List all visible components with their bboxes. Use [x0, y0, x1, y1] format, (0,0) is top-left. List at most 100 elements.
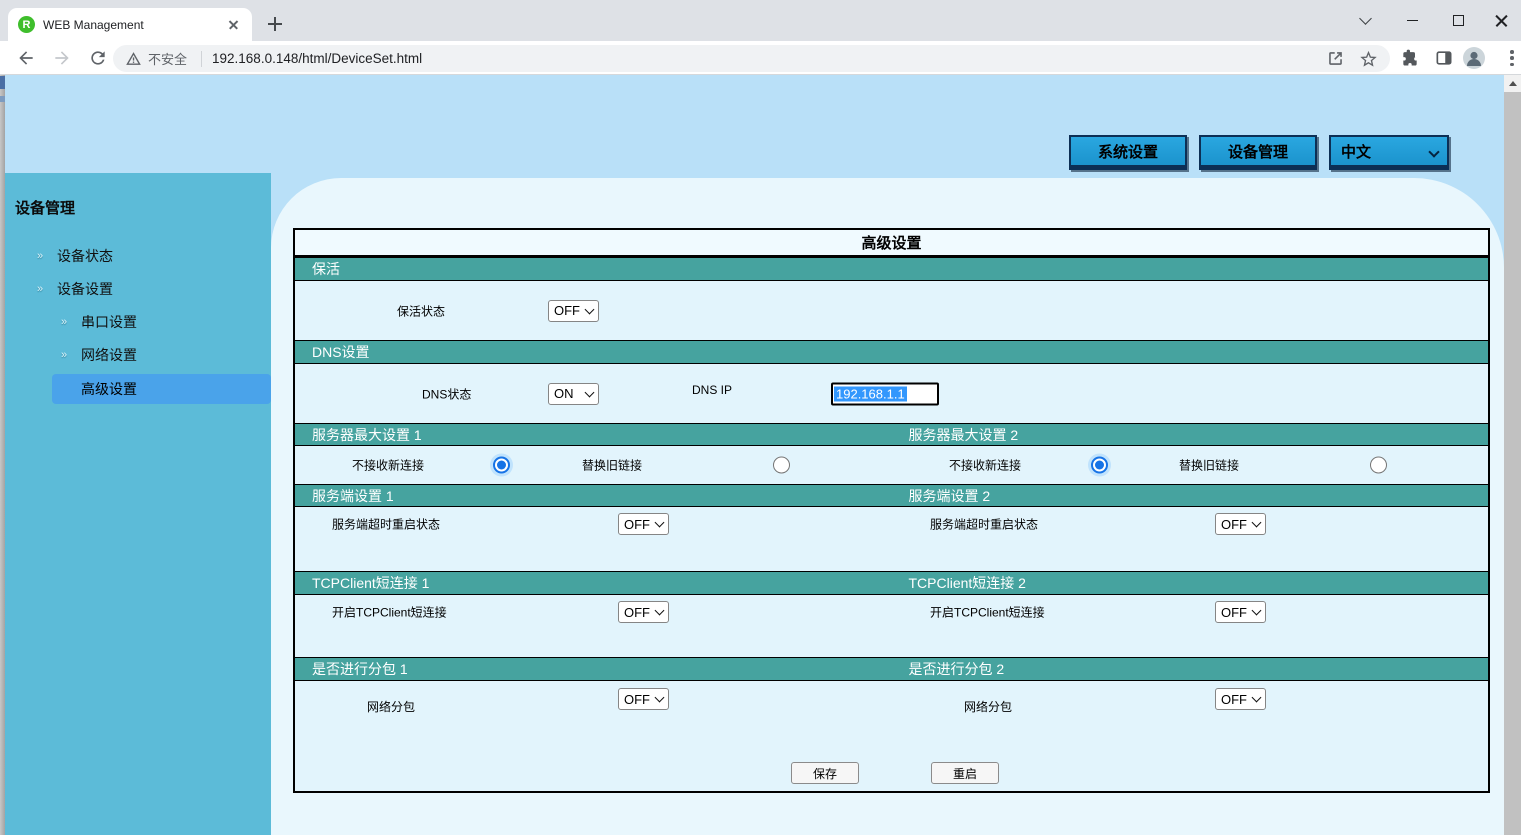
forward-icon[interactable]	[52, 48, 72, 68]
select-value: OFF	[624, 692, 650, 707]
new-tab-button[interactable]	[264, 13, 286, 35]
share-icon[interactable]	[1326, 49, 1345, 68]
window-close-button[interactable]	[1478, 0, 1521, 41]
section-header-packet: 是否进行分包 1 是否进行分包 2	[295, 657, 1488, 681]
background-window-icon	[0, 96, 5, 102]
sidebar-item-device-settings[interactable]: » 设备设置	[5, 273, 271, 306]
warning-triangle-icon	[125, 50, 142, 67]
save-button[interactable]: 保存	[791, 762, 859, 784]
network-packet-label-1: 网络分包	[367, 698, 415, 715]
profile-avatar[interactable]	[1462, 46, 1486, 70]
reject-new-connection-radio-2[interactable]	[1091, 457, 1108, 474]
select-value: OFF	[624, 517, 650, 532]
browser-menu-icon[interactable]	[1510, 50, 1514, 66]
section-header-server-set-1: 服务端设置 1	[295, 486, 892, 506]
chevron-down-icon	[585, 304, 595, 314]
section-header-packet-2: 是否进行分包 2	[892, 659, 1489, 679]
network-packet-select-1[interactable]: OFF	[618, 688, 669, 710]
dns-ip-input[interactable]: 192.168.1.1	[831, 382, 939, 405]
reject-new-connection-radio-1[interactable]	[493, 457, 510, 474]
tcpclient-short-conn-select-2[interactable]: OFF	[1215, 601, 1266, 623]
reject-new-connection-label-1: 不接收新连接	[352, 457, 424, 474]
side-panel-icon[interactable]	[1434, 48, 1454, 68]
close-icon	[1495, 14, 1508, 27]
select-value: OFF	[1221, 517, 1247, 532]
dns-status-select[interactable]: ON	[548, 383, 599, 405]
keepalive-status-label: 保活状态	[397, 302, 445, 319]
triangle-up-icon	[1509, 81, 1517, 86]
section-header-keepalive: 保活	[295, 257, 1488, 281]
chevron-down-icon	[655, 693, 665, 703]
address-bar[interactable]: 不安全 192.168.0.148/html/DeviceSet.html	[113, 45, 1390, 72]
section-header-server-max-2: 服务器最大设置 2	[892, 425, 1489, 445]
device-management-button[interactable]: 设备管理	[1199, 135, 1317, 170]
sidebar-title: 设备管理	[15, 197, 271, 218]
system-settings-button[interactable]: 系统设置	[1069, 135, 1187, 170]
bullet-arrow-icon: »	[37, 240, 43, 273]
security-label[interactable]: 不安全	[148, 49, 187, 68]
bookmark-star-icon[interactable]	[1359, 49, 1378, 68]
extensions-puzzle-icon[interactable]	[1400, 48, 1420, 68]
server-timeout-restart-select-2[interactable]: OFF	[1215, 513, 1266, 535]
section-header-server-max: 服务器最大设置 1 服务器最大设置 2	[295, 423, 1488, 446]
url-text[interactable]: 192.168.0.148/html/DeviceSet.html	[212, 51, 1312, 66]
dns-ip-value: 192.168.1.1	[834, 386, 907, 401]
window-minimize-button[interactable]	[1389, 0, 1435, 41]
language-select[interactable]: 中文	[1329, 135, 1449, 170]
top-navigation: 系统设置 设备管理 中文	[1069, 135, 1449, 170]
chevron-down-icon	[655, 606, 665, 616]
back-icon[interactable]	[16, 48, 36, 68]
dns-status-label: DNS状态	[422, 385, 471, 402]
replace-old-link-radio-2[interactable]	[1370, 457, 1387, 474]
bullet-arrow-icon: »	[37, 273, 43, 306]
sidebar-item-advanced-settings-selected[interactable]: 高级设置	[52, 374, 271, 404]
keepalive-status-select[interactable]: OFF	[548, 300, 599, 322]
reload-icon[interactable]	[88, 48, 108, 68]
scroll-up-button[interactable]	[1504, 75, 1521, 92]
sidebar-item-label: 设备状态	[57, 248, 113, 264]
tcpclient-short-conn-select-1[interactable]: OFF	[618, 601, 669, 623]
tcpclient-short-conn-label-2: 开启TCPClient短连接	[930, 604, 1045, 621]
replace-old-link-label-2: 替换旧链接	[1179, 457, 1239, 474]
select-value: OFF	[624, 605, 650, 620]
restart-button[interactable]: 重启	[931, 762, 999, 784]
sidebar: 设备管理 » 设备状态 » 设备设置 » 串口设置 » 网络设置 高级设置	[5, 173, 271, 835]
chevron-down-icon	[1252, 606, 1262, 616]
sidebar-item-network-settings[interactable]: » 网络设置	[5, 339, 271, 372]
tab-close-icon[interactable]	[226, 17, 242, 33]
server-timeout-restart-select-1[interactable]: OFF	[618, 513, 669, 535]
chevron-down-icon	[585, 387, 595, 397]
chevron-down-icon	[1252, 518, 1262, 528]
keepalive-row: 保活状态 OFF	[295, 281, 1488, 340]
section-header-tcpclient-1: TCPClient短连接 1	[295, 573, 892, 593]
server-set-row: 服务端超时重启状态 OFF 服务端超时重启状态 OFF	[295, 507, 1488, 571]
scrollbar-thumb[interactable]	[1504, 92, 1521, 835]
sidebar-item-device-status[interactable]: » 设备状态	[5, 240, 271, 273]
chevron-down-icon	[1428, 146, 1439, 157]
page-scrollbar[interactable]	[1504, 75, 1521, 835]
replace-old-link-label-1: 替换旧链接	[582, 457, 642, 474]
tab-title: WEB Management	[43, 18, 226, 32]
site-favicon-icon: R	[18, 16, 35, 33]
server-max-row: 不接收新连接 替换旧链接 不接收新连接 替换旧链接	[295, 446, 1488, 484]
chevron-down-icon	[1252, 693, 1262, 703]
replace-old-link-radio-1[interactable]	[773, 457, 790, 474]
tab-search-button[interactable]	[1342, 0, 1388, 41]
page-body: 系统设置 设备管理 中文 设备管理 » 设备状态 » 设备设置 » 串口设置 »…	[0, 75, 1521, 835]
section-header-server-set-2: 服务端设置 2	[892, 486, 1489, 506]
window-maximize-button[interactable]	[1435, 0, 1481, 41]
browser-tab[interactable]: R WEB Management	[8, 8, 252, 41]
language-value: 中文	[1341, 141, 1371, 162]
background-window-icon	[0, 76, 5, 89]
minimize-icon	[1407, 20, 1418, 22]
section-header-tcpclient-2: TCPClient短连接 2	[892, 573, 1489, 593]
background-window-edge	[0, 75, 5, 835]
packet-row: 网络分包 OFF 网络分包 OFF 保存 重启	[295, 681, 1488, 791]
bullet-arrow-icon: »	[61, 306, 67, 339]
browser-toolbar: 不安全 192.168.0.148/html/DeviceSet.html	[0, 41, 1521, 75]
network-packet-select-2[interactable]: OFF	[1215, 688, 1266, 710]
chevron-down-icon	[1359, 12, 1372, 25]
chevron-down-icon	[655, 518, 665, 528]
bullet-arrow-icon: »	[61, 339, 67, 372]
sidebar-item-serial-settings[interactable]: » 串口设置	[5, 306, 271, 339]
